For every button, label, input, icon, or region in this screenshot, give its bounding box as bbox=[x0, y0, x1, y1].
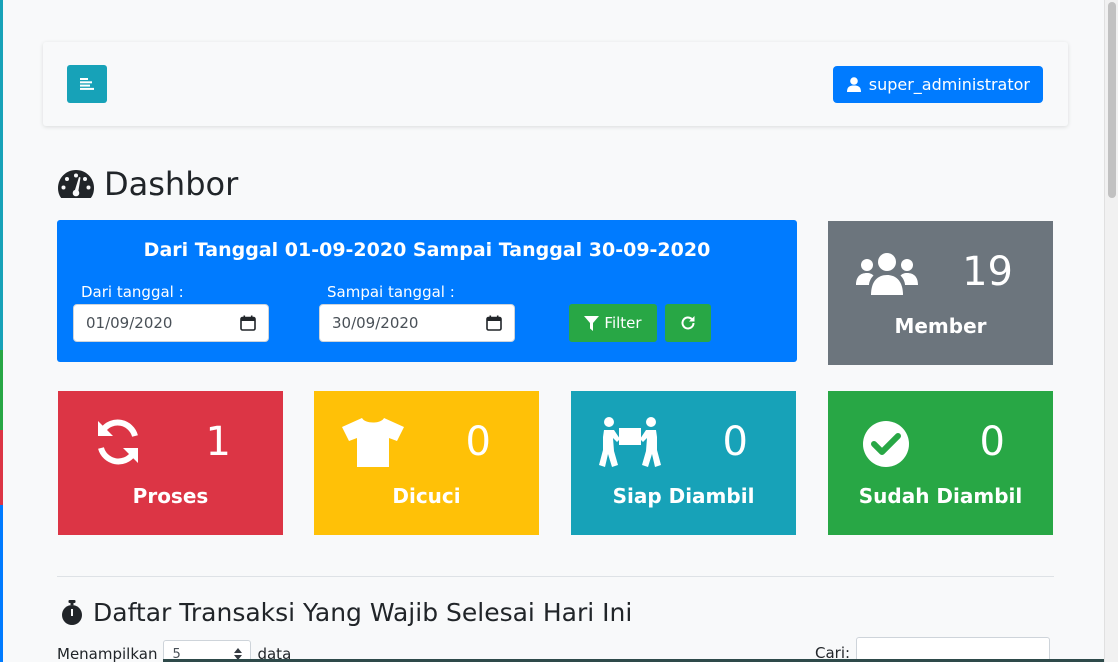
stat-label-sudah-diambil: Sudah Diambil bbox=[858, 484, 1023, 508]
filter-button-label: Filter bbox=[604, 314, 642, 332]
from-date-input[interactable]: 01/09/2020 bbox=[73, 304, 269, 342]
stopwatch-icon bbox=[62, 599, 82, 625]
calendar-icon bbox=[240, 315, 256, 331]
vertical-scrollbar[interactable] bbox=[1104, 0, 1118, 662]
tshirt-icon bbox=[342, 418, 404, 467]
stat-value-siap-diambil: 0 bbox=[722, 419, 748, 465]
to-date-input[interactable]: 30/09/2020 bbox=[319, 304, 515, 342]
sync-icon bbox=[98, 419, 138, 465]
to-date-label: Sampai tanggal : bbox=[327, 283, 455, 301]
stat-label-siap-diambil: Siap Diambil bbox=[612, 484, 755, 508]
stat-card-siap-diambil[interactable]: 0 Siap Diambil bbox=[571, 391, 796, 535]
stat-card-proses[interactable]: 1 Proses bbox=[58, 391, 283, 535]
user-menu-button[interactable]: super_administrator bbox=[832, 66, 1043, 103]
user-name: super_administrator bbox=[868, 75, 1030, 94]
main-content: super_administrator Dashbor Dari Tanggal… bbox=[3, 0, 1104, 662]
to-date-value: 30/09/2020 bbox=[332, 314, 419, 332]
page-title-text: Dashbor bbox=[104, 165, 239, 203]
stat-value-dicuci: 0 bbox=[465, 419, 491, 465]
tachometer-icon bbox=[58, 170, 94, 198]
from-date-value: 01/09/2020 bbox=[86, 314, 173, 332]
stat-card-member[interactable]: 19 Member bbox=[828, 221, 1053, 365]
filter-button[interactable]: Filter bbox=[569, 304, 657, 342]
stat-value-proses: 1 bbox=[205, 419, 231, 465]
top-navbar: super_administrator bbox=[43, 42, 1068, 126]
section-divider bbox=[57, 576, 1054, 577]
stat-card-sudah-diambil[interactable]: 0 Sudah Diambil bbox=[828, 391, 1053, 535]
stat-label-member: Member bbox=[894, 314, 987, 338]
stat-card-dicuci[interactable]: 0 Dicuci bbox=[314, 391, 539, 535]
redo-icon bbox=[681, 316, 695, 330]
check-circle-icon bbox=[863, 421, 909, 467]
date-filter-card: Dari Tanggal 01-09-2020 Sampai Tanggal 3… bbox=[57, 220, 797, 362]
page-title: Dashbor bbox=[58, 165, 238, 203]
menu-icon bbox=[80, 78, 94, 90]
stat-value-member: 19 bbox=[962, 249, 1013, 295]
filter-heading: Dari Tanggal 01-09-2020 Sampai Tanggal 3… bbox=[143, 239, 711, 261]
show-prefix: Menampilkan bbox=[57, 645, 158, 662]
users-icon bbox=[856, 253, 918, 295]
people-carry-icon bbox=[599, 417, 661, 467]
stat-value-sudah-diambil: 0 bbox=[979, 419, 1005, 465]
filter-icon bbox=[584, 315, 600, 331]
scrollbar-thumb[interactable] bbox=[1108, 2, 1116, 198]
from-date-label: Dari tanggal : bbox=[81, 283, 184, 301]
user-icon bbox=[846, 77, 861, 92]
transactions-title-text: Daftar Transaksi Yang Wajib Selesai Hari… bbox=[93, 598, 633, 627]
reset-button[interactable] bbox=[665, 304, 711, 342]
transactions-title: Daftar Transaksi Yang Wajib Selesai Hari… bbox=[61, 598, 632, 627]
calendar-icon bbox=[486, 315, 502, 331]
sidebar-toggle-button[interactable] bbox=[67, 65, 107, 103]
stat-label-dicuci: Dicuci bbox=[392, 484, 461, 508]
stat-label-proses: Proses bbox=[132, 484, 209, 508]
